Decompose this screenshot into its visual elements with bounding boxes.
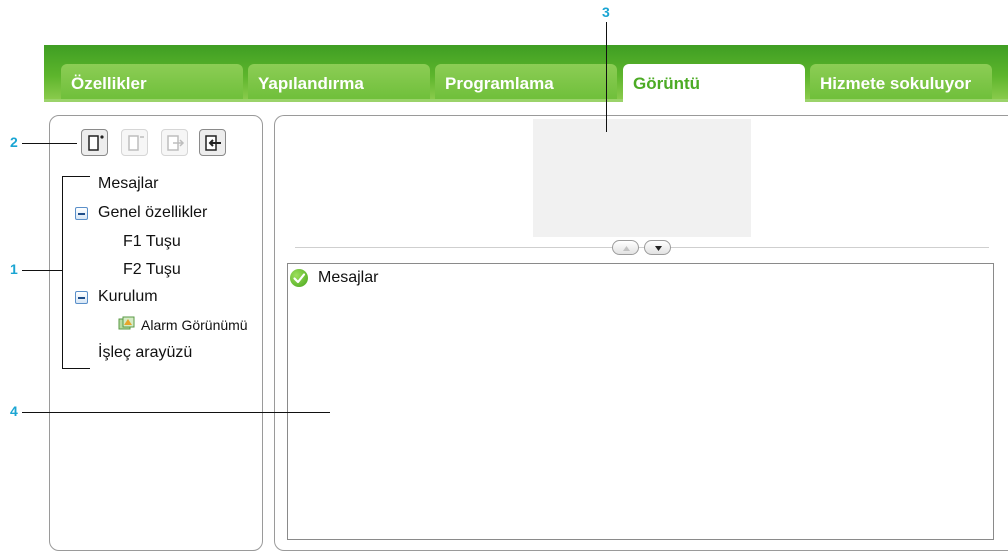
import-icon (205, 135, 221, 151)
callout-1: 1 (10, 261, 18, 277)
tab-programlama[interactable]: Programlama (435, 64, 617, 100)
tree-item-islec-arayuzu[interactable]: İşleç arayüzü (98, 344, 192, 362)
collapse-toggle-icon[interactable] (75, 207, 88, 220)
triangle-up-icon (623, 246, 630, 251)
add-screen-icon (88, 135, 104, 151)
tab-ozellikler[interactable]: Özellikler (61, 64, 243, 100)
tree-item-label: Kurulum (98, 288, 158, 305)
remove-screen-button[interactable] (121, 129, 148, 156)
tab-hizmete-sokuluyor[interactable]: Hizmete sokuluyor (810, 64, 992, 100)
tree-item-kurulum[interactable]: Kurulum (98, 288, 158, 306)
callout-4-line (22, 412, 330, 413)
add-screen-button[interactable] (81, 129, 108, 156)
import-button[interactable] (199, 129, 226, 156)
tab-label: Hizmete sokuluyor (820, 74, 972, 93)
callout-4: 4 (10, 403, 18, 419)
splitter-line[interactable] (295, 247, 989, 248)
tree-item-f1-tusu[interactable]: F1 Tuşu (123, 233, 181, 251)
tab-label: Görüntü (633, 74, 701, 93)
collapse-up-button[interactable] (612, 240, 639, 255)
tab-label: Özellikler (71, 74, 147, 93)
callout-3: 3 (602, 4, 610, 20)
callout-1-bracket-top (62, 176, 90, 177)
export-icon (167, 135, 185, 151)
screen-preview-area (533, 119, 751, 237)
callout-1-bracket-bottom (62, 368, 90, 369)
active-tab-joiner (623, 96, 805, 104)
tree-item-genel-ozellikler[interactable]: Genel özellikler (98, 204, 207, 222)
tree-item-label: Mesajlar (98, 175, 159, 192)
tree-item-label: Genel özellikler (98, 204, 208, 221)
content-header-label: Mesajlar (318, 269, 379, 286)
tree-item-label: Alarm Görünümü (141, 317, 248, 333)
tab-label: Yapılandırma (258, 74, 364, 93)
tree-item-alarm-gorunumu[interactable]: Alarm Görünümü (141, 317, 248, 333)
expand-down-button[interactable] (644, 240, 671, 255)
check-circle-icon (290, 269, 308, 287)
tab-underline (44, 99, 1008, 102)
export-button[interactable] (161, 129, 188, 156)
triangle-down-icon (655, 246, 662, 251)
tab-label: Programlama (445, 74, 554, 93)
callout-1-line (22, 270, 62, 271)
tree-item-f2-tusu[interactable]: F2 Tuşu (123, 261, 181, 279)
callout-2-line (22, 143, 77, 144)
callout-1-bracket (62, 176, 63, 369)
tree-item-mesajlar[interactable]: Mesajlar (98, 175, 158, 193)
callout-2: 2 (10, 134, 18, 150)
tab-yapilandirma[interactable]: Yapılandırma (248, 64, 430, 100)
tree-item-label: F1 Tuşu (123, 233, 181, 250)
alarm-view-icon (118, 316, 135, 330)
callout-3-line (606, 22, 607, 132)
collapse-toggle-icon[interactable] (75, 291, 88, 304)
content-area (287, 263, 994, 540)
tree-item-label: F2 Tuşu (123, 261, 181, 278)
tree-item-label: İşleç arayüzü (98, 344, 193, 361)
remove-screen-icon (128, 135, 144, 151)
